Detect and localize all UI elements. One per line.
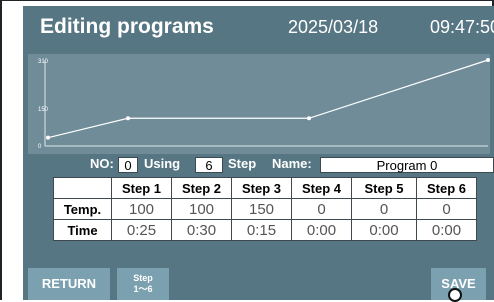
temp-row-label: Temp. [53,198,112,220]
step-table: Step 1 Step 2 Step 3 Step 4 Step 5 Step … [53,177,477,241]
step-3-time-cell[interactable]: 0:15 [231,219,292,241]
y-tick-zero: 0 [38,144,42,150]
step-3-temp-cell[interactable]: 150 [231,198,292,220]
step-4-temp-cell[interactable]: 0 [291,198,352,220]
step-header-row: Step 1 Step 2 Step 3 Step 4 Step 5 Step … [53,177,477,199]
table-corner-cell [53,177,112,199]
step-6-header: Step 6 [416,177,477,199]
temperature-graph: 310 150 0 [28,54,490,154]
step-2-time-cell[interactable]: 0:30 [171,219,232,241]
y-tick-max: 310 [38,59,49,65]
step-1-time-cell[interactable]: 0:25 [111,219,172,241]
step-6-temp-cell[interactable]: 0 [416,198,477,220]
step-range-value: 1～6 [133,284,153,294]
profile-point-1 [46,135,50,140]
step-5-time-cell[interactable]: 0:00 [351,219,417,241]
temp-row: Temp. 100 100 150 0 0 0 [53,198,477,220]
time-display: 09:47:50 [430,17,494,37]
step-6-time-cell[interactable]: 0:00 [416,219,477,241]
step-3-header: Step 3 [231,177,292,199]
program-no-field[interactable]: 0 [118,157,138,173]
program-no-label: NO: [90,156,114,171]
step-5-temp-cell[interactable]: 0 [351,198,417,220]
using-steps-field[interactable]: 6 [195,157,223,173]
date-display: 2025/03/18 [288,17,379,37]
step-2-header: Step 2 [171,177,232,199]
step-4-header: Step 4 [291,177,352,199]
program-name-field[interactable]: Program 0 [320,157,494,173]
time-row: Time 0:25 0:30 0:15 0:00 0:00 0:00 [53,219,477,241]
step-1-temp-cell[interactable]: 100 [111,198,172,220]
step-4-time-cell[interactable]: 0:00 [291,219,352,241]
page-title: Editing programs [40,15,214,38]
step-label: Step [228,156,257,171]
hmi-screen: Editing programs 2025/03/18 09:47:50 310… [23,6,494,300]
return-button[interactable]: RETURN [28,268,110,300]
temperature-profile-line [47,59,489,139]
step-5-header: Step 5 [351,177,417,199]
step-range-button[interactable]: Step 1～6 [117,268,169,300]
temperature-graph-canvas [44,58,490,147]
name-label: Name: [272,156,312,171]
y-tick-mid: 150 [38,107,49,113]
using-label: Using [144,156,181,171]
step-2-temp-cell[interactable]: 100 [171,198,232,220]
profile-point-3 [307,116,311,121]
step-range-label: Step [133,273,153,283]
profile-point-2 [126,116,130,121]
profile-point-4 [486,58,490,62]
time-row-label: Time [53,219,112,241]
step-1-header: Step 1 [111,177,172,199]
